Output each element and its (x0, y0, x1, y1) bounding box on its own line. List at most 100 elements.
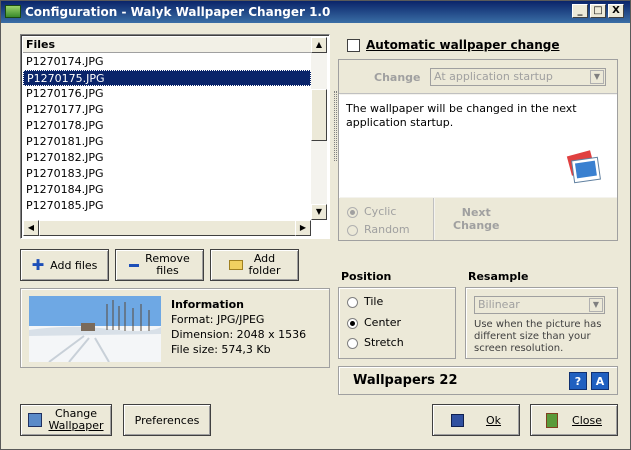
position-group: Tile Center Stretch (338, 287, 456, 359)
ok-button[interactable]: Ok (432, 404, 520, 436)
file-list-item[interactable]: P1270185.JPG (23, 198, 311, 214)
information-heading: Information (171, 298, 244, 311)
exit-door-icon (546, 412, 559, 428)
stretch-label: Stretch (364, 336, 404, 349)
remove-files-line2: files (156, 264, 179, 277)
change-dropdown[interactable]: At application startup ▼ (430, 68, 606, 86)
cyclic-radio[interactable]: Cyclic (347, 205, 396, 218)
position-stretch-radio[interactable]: Stretch (347, 336, 404, 349)
about-button[interactable]: A (591, 372, 609, 390)
add-files-label: Add files (50, 258, 98, 272)
message-area: The wallpaper will be changed in the nex… (339, 95, 617, 197)
scroll-right-button[interactable]: ▶ (295, 220, 311, 236)
tile-label: Tile (364, 295, 384, 308)
preferences-label: Preferences (134, 413, 200, 427)
close-window-button[interactable]: X (608, 4, 624, 18)
next-change-button[interactable]: Next Change (435, 198, 617, 240)
cyclic-radio-dot[interactable] (347, 206, 358, 218)
add-folder-label: Add folder (249, 253, 281, 277)
minus-icon (129, 263, 140, 267)
remove-files-label: Remove files (145, 253, 190, 277)
change-dropdown-value: At application startup (434, 70, 553, 83)
chevron-down-icon[interactable]: ▼ (590, 70, 604, 84)
minimize-button[interactable]: _ (572, 4, 588, 18)
scroll-down-button[interactable]: ▼ (311, 204, 327, 220)
monitor-icon (28, 413, 43, 427)
file-list-item[interactable]: P1270183.JPG (23, 166, 311, 182)
change-message: The wallpaper will be changed in the nex… (346, 102, 577, 129)
resample-note: Use when the picture has different size … (474, 319, 602, 354)
resample-dropdown-value: Bilinear (478, 298, 520, 311)
save-icon (450, 413, 464, 427)
scroll-h-thumb[interactable] (39, 220, 297, 236)
file-list-item[interactable]: P1270175.JPG (23, 70, 311, 86)
file-list-item[interactable]: P1270176.JPG (23, 86, 311, 102)
help-button[interactable]: ? (569, 372, 587, 390)
plus-icon: ✚ (31, 256, 45, 274)
maximize-button[interactable]: □ (590, 4, 606, 18)
add-files-button[interactable]: ✚ Add files (20, 249, 109, 281)
random-radio-dot[interactable] (347, 224, 358, 236)
file-list-item[interactable]: P1270184.JPG (23, 182, 311, 198)
file-list-item[interactable]: P1270177.JPG (23, 102, 311, 118)
add-folder-button[interactable]: Add folder (210, 249, 299, 281)
next-change-line1: Next (461, 206, 491, 219)
preferences-button[interactable]: Preferences (123, 404, 211, 436)
change-label: Change (374, 71, 421, 84)
tile-radio-dot[interactable] (347, 296, 358, 308)
auto-change-check-box[interactable] (347, 39, 360, 52)
information-panel: Information Format: JPG/JPEG Dimension: … (20, 288, 330, 368)
center-radio-dot[interactable] (347, 317, 358, 329)
files-list[interactable]: Files P1270174.JPG P1270175.JPG P1270176.J… (20, 34, 330, 239)
position-tile-radio[interactable]: Tile (347, 295, 383, 308)
snow-landscape-image (29, 296, 161, 362)
file-size-text: File size: 574,3 Kb (171, 343, 271, 356)
remove-files-button[interactable]: Remove files (115, 249, 204, 281)
add-folder-line2: folder (248, 264, 281, 277)
change-wallpaper-line2: Wallpaper (48, 419, 104, 432)
cyclic-label: Cyclic (364, 205, 397, 218)
stretch-radio-dot[interactable] (347, 337, 358, 349)
auto-change-checkbox[interactable]: Automatic wallpaper change (347, 38, 560, 52)
next-change-line2: Change (453, 219, 500, 232)
resample-heading: Resample (468, 270, 529, 283)
wallpaper-thumbnail (29, 296, 161, 362)
random-radio[interactable]: Random (347, 223, 410, 236)
config-window: Configuration - Walyk Wallpaper Changer … (0, 0, 631, 450)
close-label: Close (572, 413, 602, 427)
change-row: Change At application startup ▼ (339, 60, 617, 94)
position-center-radio[interactable]: Center (347, 316, 401, 329)
scroll-left-button[interactable]: ◀ (23, 220, 39, 236)
center-label: Center (364, 316, 402, 329)
random-label: Random (364, 223, 410, 236)
files-horizontal-scrollbar[interactable]: ◀ ▶ (23, 220, 311, 236)
scroll-up-button[interactable]: ▲ (311, 37, 327, 53)
splitter-handle[interactable] (334, 91, 337, 161)
app-icon (5, 5, 21, 18)
format-text: Format: JPG/JPEG (171, 313, 265, 326)
change-wallpaper-label: Change Wallpaper (48, 408, 103, 432)
title-bar[interactable]: Configuration - Walyk Wallpaper Changer … (1, 1, 630, 23)
resample-group: Bilinear ▼ Use when the picture has diff… (465, 287, 618, 359)
order-group: Cyclic Random (339, 198, 434, 240)
files-vertical-scrollbar[interactable]: ▲ ▼ (311, 37, 327, 220)
window-title: Configuration - Walyk Wallpaper Changer … (25, 5, 331, 19)
change-wallpaper-button[interactable]: Change Wallpaper (20, 404, 112, 436)
resample-dropdown[interactable]: Bilinear ▼ (474, 296, 605, 314)
chevron-down-icon[interactable]: ▼ (589, 298, 603, 312)
file-list-item[interactable]: P1270174.JPG (23, 54, 311, 70)
pictures-icon (563, 149, 603, 189)
position-heading: Position (341, 270, 392, 283)
file-list-item[interactable]: P1270178.JPG (23, 118, 311, 134)
auto-change-panel: Change At application startup ▼ The wall… (338, 59, 618, 241)
folder-icon (228, 260, 243, 270)
auto-change-label: Automatic wallpaper change (366, 38, 560, 52)
files-header: Files (23, 37, 311, 53)
next-change-label: Next Change (453, 206, 500, 232)
scroll-thumb[interactable] (311, 89, 327, 141)
ok-label: Ok (485, 413, 502, 427)
dimension-text: Dimension: 2048 x 1536 (171, 328, 307, 341)
close-button[interactable]: Close (530, 404, 618, 436)
file-list-item[interactable]: P1270182.JPG (23, 150, 311, 166)
file-list-item[interactable]: P1270181.JPG (23, 134, 311, 150)
